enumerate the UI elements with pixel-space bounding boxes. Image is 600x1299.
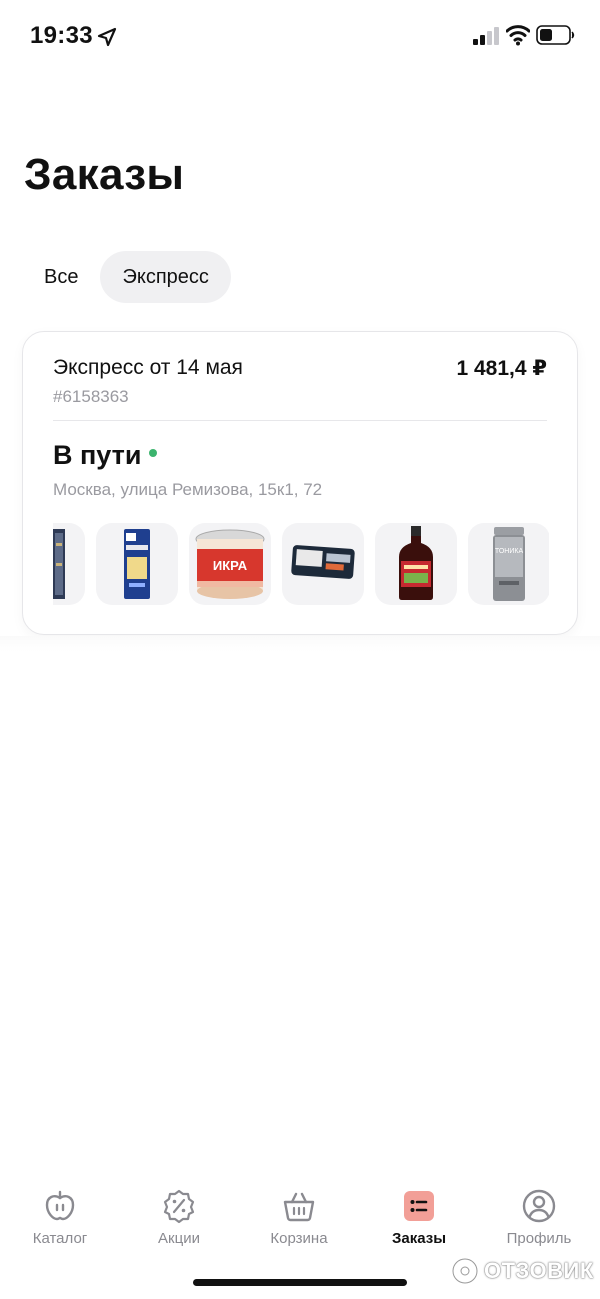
caviar-jar-icon: ИКРА [195,529,265,599]
nav-label: Каталог [32,1230,88,1247]
apple-icon [45,1190,75,1221]
product-thumb[interactable] [375,523,457,605]
order-status: В пути [53,440,142,470]
pasta-pack-icon [53,529,65,599]
page-title: Заказы [24,150,185,199]
product-thumb[interactable]: ТОНИКА [468,523,549,605]
order-number: #6158363 [53,387,129,406]
order-items-strip[interactable]: ИКРА ТОНИКА [53,523,549,605]
card-divider [53,420,547,421]
nav-item-orders[interactable]: Заказы [364,1180,474,1247]
product-thumb[interactable] [53,523,85,605]
bottom-navigation: Каталог Акции Корзина Заказы Профиль [0,1180,600,1260]
hair-tonic-bottle-icon: ТОНИКА [493,527,525,601]
orders-list-icon [404,1191,434,1221]
order-address: Москва, улица Ремизова, 15к1, 72 [53,480,323,499]
wifi-icon [506,25,530,46]
cellular-signal-icon [473,27,499,45]
nav-item-catalog[interactable]: Каталог [5,1180,115,1247]
svg-text:ИКРА: ИКРА [213,558,248,573]
profile-icon [522,1189,556,1223]
watermark-text: ОТЗОВИК [484,1258,594,1283]
basket-icon [283,1192,315,1222]
status-bar: 19:33 [0,0,600,70]
nav-item-cart[interactable]: Корзина [244,1180,354,1247]
product-thumb[interactable] [282,523,364,605]
tab-all[interactable]: Все [22,251,100,303]
order-card[interactable]: Экспресс от 14 мая 1 481,4 ₽ #6158363 В … [22,331,578,635]
watermark: ОТЗОВИК [450,1254,594,1288]
nav-label: Акции [158,1230,200,1247]
location-arrow-icon [97,27,117,47]
nav-item-profile[interactable]: Профиль [484,1180,594,1247]
content-end-shadow [0,636,600,652]
battery-icon [536,25,575,45]
status-time: 19:33 [30,22,93,49]
product-thumb[interactable] [96,523,178,605]
order-status-line: В пути [53,440,158,471]
nav-label: Профиль [506,1230,572,1247]
nav-label: Корзина [270,1230,328,1247]
frozen-pack-icon [291,545,355,579]
home-indicator [193,1279,407,1286]
spaghetti-pack-icon [124,529,150,599]
percent-badge-icon [163,1189,195,1224]
otzovik-logo-icon [451,1257,479,1285]
order-name: Экспресс от 14 мая [53,356,243,379]
nav-item-promotions[interactable]: Акции [124,1180,234,1247]
order-filter-tabs: Все Экспресс [22,251,231,303]
oil-bottle-icon [399,526,433,600]
tab-express[interactable]: Экспресс [100,251,231,303]
product-thumb[interactable]: ИКРА [189,523,271,605]
nav-label: Заказы [391,1230,447,1247]
svg-text:ТОНИКА: ТОНИКА [495,548,524,555]
status-dot [149,448,158,457]
order-price: 1 481,4 ₽ [456,357,547,380]
